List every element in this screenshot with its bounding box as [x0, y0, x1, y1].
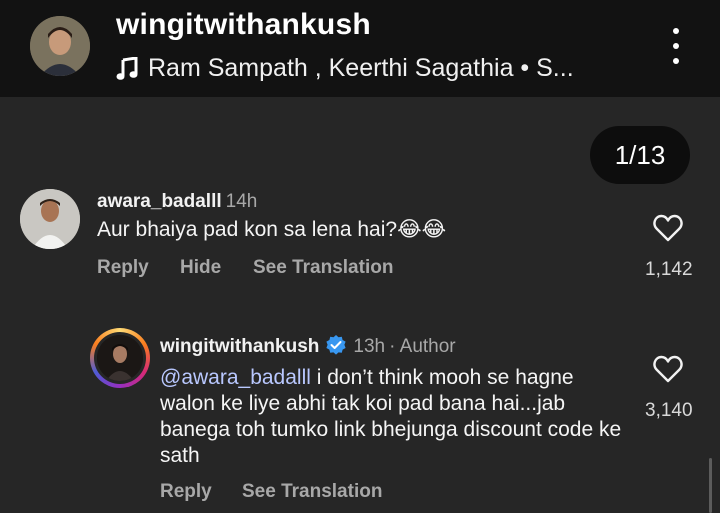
heart-icon[interactable]	[653, 355, 683, 383]
verified-badge-icon	[326, 335, 346, 355]
author-username[interactable]: wingitwithankush 13h · Author	[160, 334, 456, 358]
music-note-icon	[116, 56, 138, 80]
like-count: 3,140	[645, 400, 693, 421]
post-header: wingitwithankush Ram Sampath , Keerthi S…	[0, 0, 720, 97]
laughing-emoji: 😂😂	[397, 218, 447, 241]
music-info[interactable]: Ram Sampath , Keerthi Sagathia • S...	[116, 54, 574, 83]
reply-button[interactable]: Reply	[160, 481, 212, 503]
author-tag: · Author	[389, 336, 456, 357]
reply-button[interactable]: Reply	[97, 257, 149, 279]
author-username-text[interactable]: wingitwithankush	[160, 336, 319, 357]
commenter-avatar[interactable]	[20, 189, 80, 249]
comment-username[interactable]: awara_badalll 14h	[97, 191, 257, 213]
hide-button[interactable]: Hide	[180, 257, 221, 279]
heart-icon[interactable]	[653, 214, 683, 242]
profile-avatar[interactable]	[30, 16, 90, 76]
music-label: Ram Sampath , Keerthi Sagathia • S...	[148, 54, 574, 82]
comment-username-text[interactable]: awara_badalll	[97, 191, 222, 212]
comment-time: 14h	[225, 191, 258, 212]
scrollbar[interactable]	[709, 458, 712, 513]
see-translation-button[interactable]: See Translation	[242, 481, 382, 503]
post-username[interactable]: wingitwithankush	[116, 8, 371, 42]
mention-link[interactable]: @awara_badalll	[160, 366, 311, 389]
page-indicator: 1/13	[590, 126, 690, 184]
comment-text: Aur bhaiya pad kon sa lena hai?😂😂	[97, 217, 446, 243]
author-comment-time: 13h	[353, 336, 386, 357]
like-count: 1,142	[645, 259, 693, 280]
comment-text-body: Aur bhaiya pad kon sa lena hai?	[97, 218, 398, 241]
more-options-icon[interactable]	[664, 28, 688, 64]
author-reply-text: @awara_badalll i don’t think mooh se hag…	[160, 365, 625, 469]
see-translation-button[interactable]: See Translation	[253, 257, 393, 279]
author-avatar[interactable]	[90, 328, 150, 388]
